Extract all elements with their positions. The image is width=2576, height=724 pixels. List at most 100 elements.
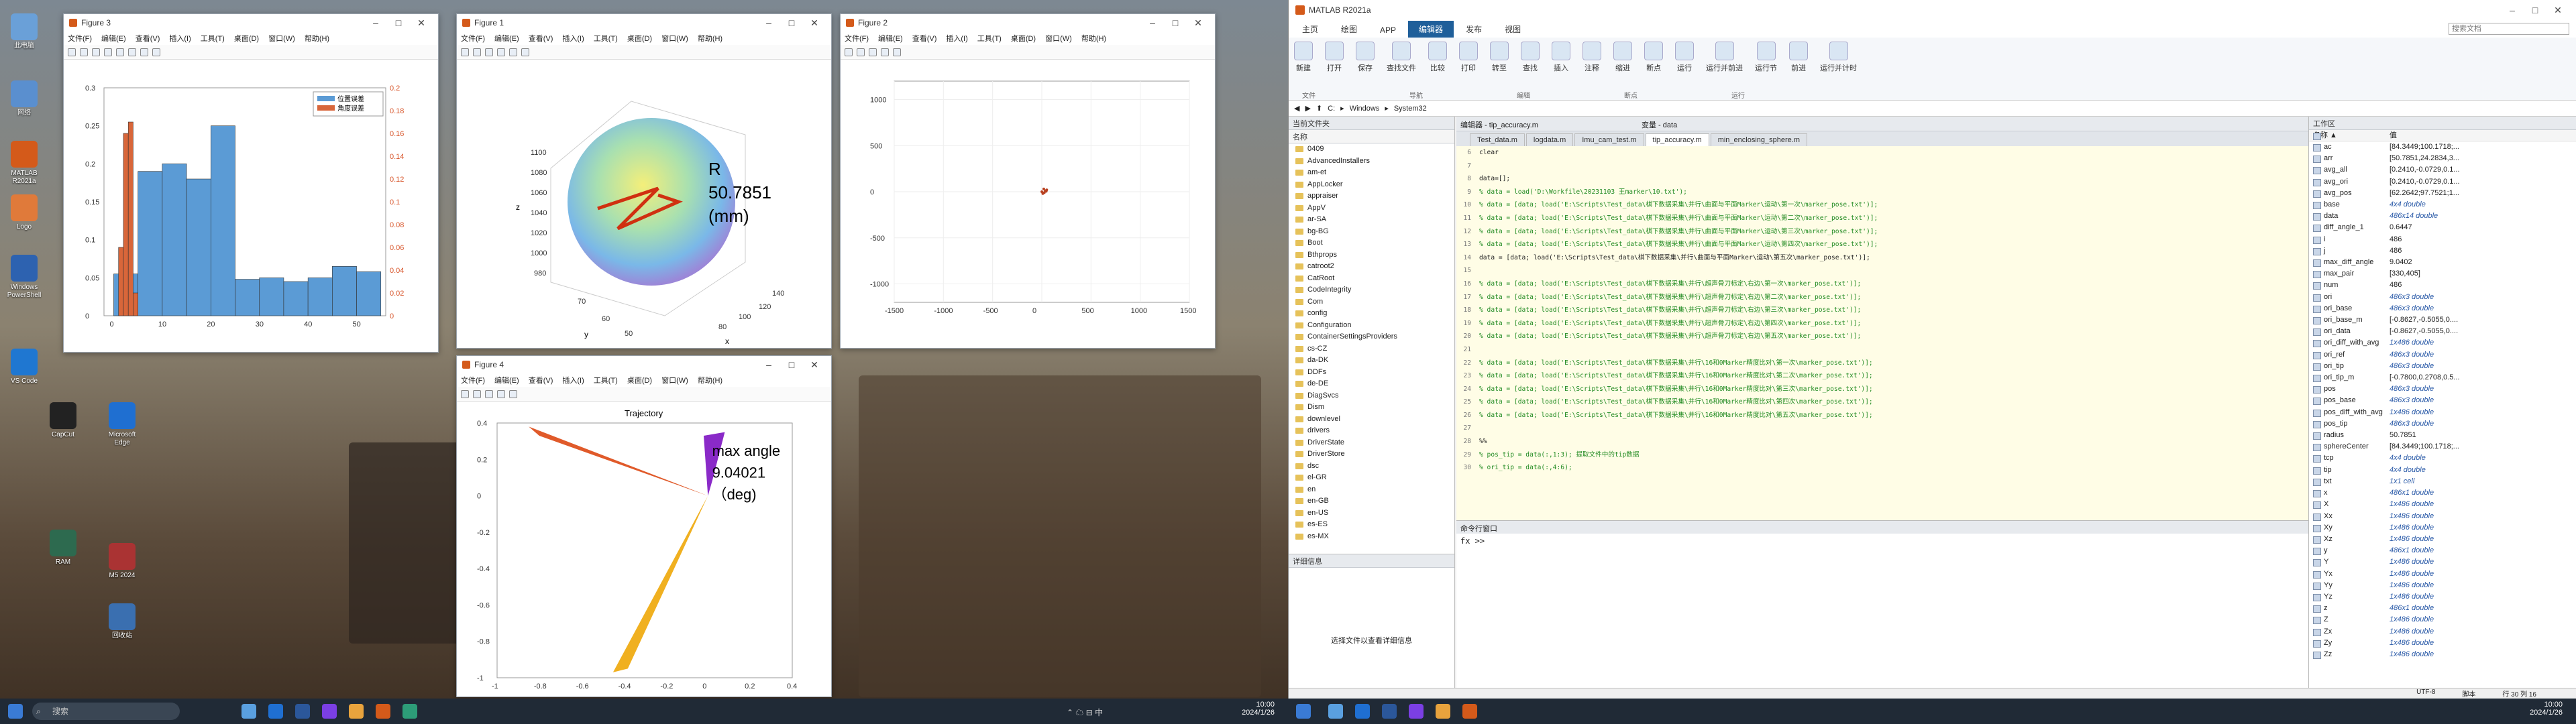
matlab-window[interactable]: MATLAB R2021a – □ ✕ 主页绘图APP编辑器发布视图 新建 打开 保… xyxy=(1288,0,2576,699)
ribbon-tab[interactable]: 主页 xyxy=(1291,21,1329,38)
workspace-row[interactable]: Zy 1x486 double xyxy=(2309,638,2576,649)
new-icon[interactable] xyxy=(845,48,853,56)
workspace-row[interactable]: i 486 xyxy=(2309,234,2576,245)
open-icon[interactable] xyxy=(473,48,481,56)
editor-tab[interactable]: min_enclosing_sphere.m xyxy=(1710,133,1807,146)
workspace-row[interactable]: ori_tip_m [-0.7800,0.2708,0.5... xyxy=(2309,372,2576,383)
workspace-row[interactable]: base 4x4 double xyxy=(2309,199,2576,210)
menu-item[interactable]: 工具(T) xyxy=(977,33,1002,44)
workspace-row[interactable]: avg_ori [0.2410,-0.0729,0.1... xyxy=(2309,176,2576,188)
workspace-row[interactable]: Z 1x486 double xyxy=(2309,614,2576,625)
workspace-row[interactable]: arr [50.7851,24.2834,3... xyxy=(2309,153,2576,164)
ribbon-button[interactable]: 打印 xyxy=(1459,42,1478,73)
workspace-row[interactable]: Zz 1x486 double xyxy=(2309,649,2576,660)
workspace-row[interactable]: Xz 1x486 double xyxy=(2309,534,2576,545)
maximize-button[interactable]: □ xyxy=(1164,17,1187,28)
desktop-icon[interactable]: CapCut xyxy=(42,402,85,439)
code-editor[interactable]: 6 clear 7 8 data=[]; 9 % data = load('D:\Workf… xyxy=(1456,146,2323,552)
menu-item[interactable]: 文件(F) xyxy=(68,33,92,44)
start-icon-2[interactable] xyxy=(1296,704,1311,719)
folder-item[interactable]: AppV xyxy=(1289,202,1454,215)
save-icon[interactable] xyxy=(869,48,877,56)
workspace-row[interactable]: max_pair [330,405] xyxy=(2309,268,2576,280)
folder-item[interactable]: bg-BG xyxy=(1289,226,1454,238)
code-line[interactable]: 12 % data = [data; load('E:\Scripts\Test_… xyxy=(1456,225,2323,239)
workspace-row[interactable]: z 486x1 double xyxy=(2309,603,2576,614)
minimize-button[interactable]: – xyxy=(757,359,780,370)
ribbon-button[interactable]: 前进 xyxy=(1789,42,1808,73)
vs-icon-2[interactable] xyxy=(1409,704,1424,719)
workspace-row[interactable]: pos 486x3 double xyxy=(2309,383,2576,395)
tray-icons[interactable]: ⌃ ☁ ⊟ 中 xyxy=(1067,707,1103,718)
desktop-icon[interactable]: Microsoft Edge xyxy=(101,402,144,447)
workspace-row[interactable]: pos_tip 486x3 double xyxy=(2309,418,2576,430)
editor-tab[interactable]: logdata.m xyxy=(1525,133,1574,146)
workspace-row[interactable]: Xy 1x486 double xyxy=(2309,522,2576,534)
pointer-icon[interactable] xyxy=(152,48,160,56)
ribbon-button[interactable]: 查找文件 xyxy=(1387,42,1416,73)
folder-item[interactable]: es-ES xyxy=(1289,519,1454,531)
code-line[interactable]: 18 % data = [data; load('E:\Scripts\Test_… xyxy=(1456,304,2323,317)
ribbon-tab[interactable]: 发布 xyxy=(1455,21,1493,38)
print-icon[interactable] xyxy=(104,48,112,56)
code-line[interactable]: 28%% xyxy=(1456,435,2323,448)
workspace-row[interactable]: ori_ref 486x3 double xyxy=(2309,349,2576,361)
code-line[interactable]: 10 % data = [data; load('E:\Scripts\Test_… xyxy=(1456,198,2323,212)
ribbon-tab[interactable]: 绘图 xyxy=(1330,21,1368,38)
editor-tab[interactable]: Imu_cam_test.m xyxy=(1574,133,1644,146)
rotate-icon[interactable] xyxy=(521,48,529,56)
menu-item[interactable]: 帮助(H) xyxy=(305,33,329,44)
code-line[interactable]: 15 xyxy=(1456,264,2323,278)
folder-item[interactable]: ContainerSettingsProviders xyxy=(1289,331,1454,343)
editor-tab[interactable]: Test_data.m xyxy=(1470,133,1525,146)
clock-right[interactable]: 10:00 2024/1/26 xyxy=(2496,701,2563,717)
ws-col-name[interactable]: 名称 ▲ xyxy=(2309,130,2390,141)
menu-item[interactable]: 桌面(D) xyxy=(627,375,652,385)
workspace-row[interactable]: Yy 1x486 double xyxy=(2309,580,2576,591)
ribbon-button[interactable]: 转至 xyxy=(1490,42,1509,73)
workspace-row[interactable]: data 486x14 double xyxy=(2309,210,2576,222)
folder-item[interactable]: Com xyxy=(1289,296,1454,308)
explorer-icon-2[interactable] xyxy=(1436,704,1450,719)
folder-item[interactable]: en xyxy=(1289,484,1454,496)
desktop-icon[interactable]: 网络 xyxy=(3,80,46,117)
folder-item[interactable]: config xyxy=(1289,308,1454,320)
workspace-row[interactable]: avg_pos [62.2642;97.7521;1... xyxy=(2309,188,2576,199)
figure3-window[interactable]: Figure 3 – □ ✕ 文件(F) 编辑(E) 查看(V) 插入(I) 工具(T)… xyxy=(63,13,439,353)
folder-item[interactable]: drivers xyxy=(1289,425,1454,437)
code-line[interactable]: 22 % data = [data; load('E:\Scripts\Test_… xyxy=(1456,357,2323,370)
zoom-icon[interactable] xyxy=(116,48,124,56)
menu-item[interactable]: 插入(I) xyxy=(562,33,584,44)
desktop-icon[interactable]: M5 2024 xyxy=(101,543,144,580)
workspace-row[interactable]: ac [84.3449;100.1718;... xyxy=(2309,141,2576,153)
menu-item[interactable]: 桌面(D) xyxy=(234,33,259,44)
figure2-window[interactable]: Figure 2 – □ ✕ 文件(F) 编辑(E) 查看(V) 插入(I) 工具(T)… xyxy=(840,13,1216,349)
menu-item[interactable]: 插入(I) xyxy=(169,33,191,44)
maximize-button[interactable]: □ xyxy=(2524,5,2546,15)
back-icon[interactable]: ◀ xyxy=(1294,104,1299,113)
code-line[interactable]: 21 xyxy=(1456,343,2323,357)
folder-item[interactable]: el-GR xyxy=(1289,472,1454,484)
folder-item[interactable]: DriverStore xyxy=(1289,448,1454,461)
folder-item[interactable]: CatRoot xyxy=(1289,273,1454,285)
editor-tab[interactable]: tip_accuracy.m xyxy=(1645,133,1709,146)
workspace-row[interactable]: y 486x1 double xyxy=(2309,545,2576,556)
code-line[interactable]: 19 % data = [data; load('E:\Scripts\Test_… xyxy=(1456,317,2323,330)
ribbon-button[interactable]: 运行并前进 xyxy=(1706,42,1743,73)
ribbon-tab[interactable]: 编辑器 xyxy=(1408,21,1454,38)
desktop-icon[interactable]: 回收站 xyxy=(101,603,144,640)
folder-item[interactable]: en-US xyxy=(1289,507,1454,520)
workspace-row[interactable]: ori_data [-0.8627,-0.5055,0.... xyxy=(2309,326,2576,337)
workspace-row[interactable]: diff_angle_1 0.6447 xyxy=(2309,222,2576,233)
minimize-button[interactable]: – xyxy=(364,17,387,28)
pan-icon[interactable] xyxy=(128,48,136,56)
task-view-icon[interactable] xyxy=(241,704,256,719)
explorer-icon[interactable] xyxy=(349,704,364,719)
folder-item[interactable]: en-GB xyxy=(1289,495,1454,507)
folder-item[interactable]: es-MX xyxy=(1289,531,1454,543)
zoom-icon[interactable] xyxy=(509,48,517,56)
workspace-row[interactable]: ori 486x3 double xyxy=(2309,292,2576,303)
search-documentation-input[interactable] xyxy=(2449,23,2569,35)
folder-item[interactable]: cs-CZ xyxy=(1289,343,1454,355)
workspace-row[interactable]: Zx 1x486 double xyxy=(2309,626,2576,638)
